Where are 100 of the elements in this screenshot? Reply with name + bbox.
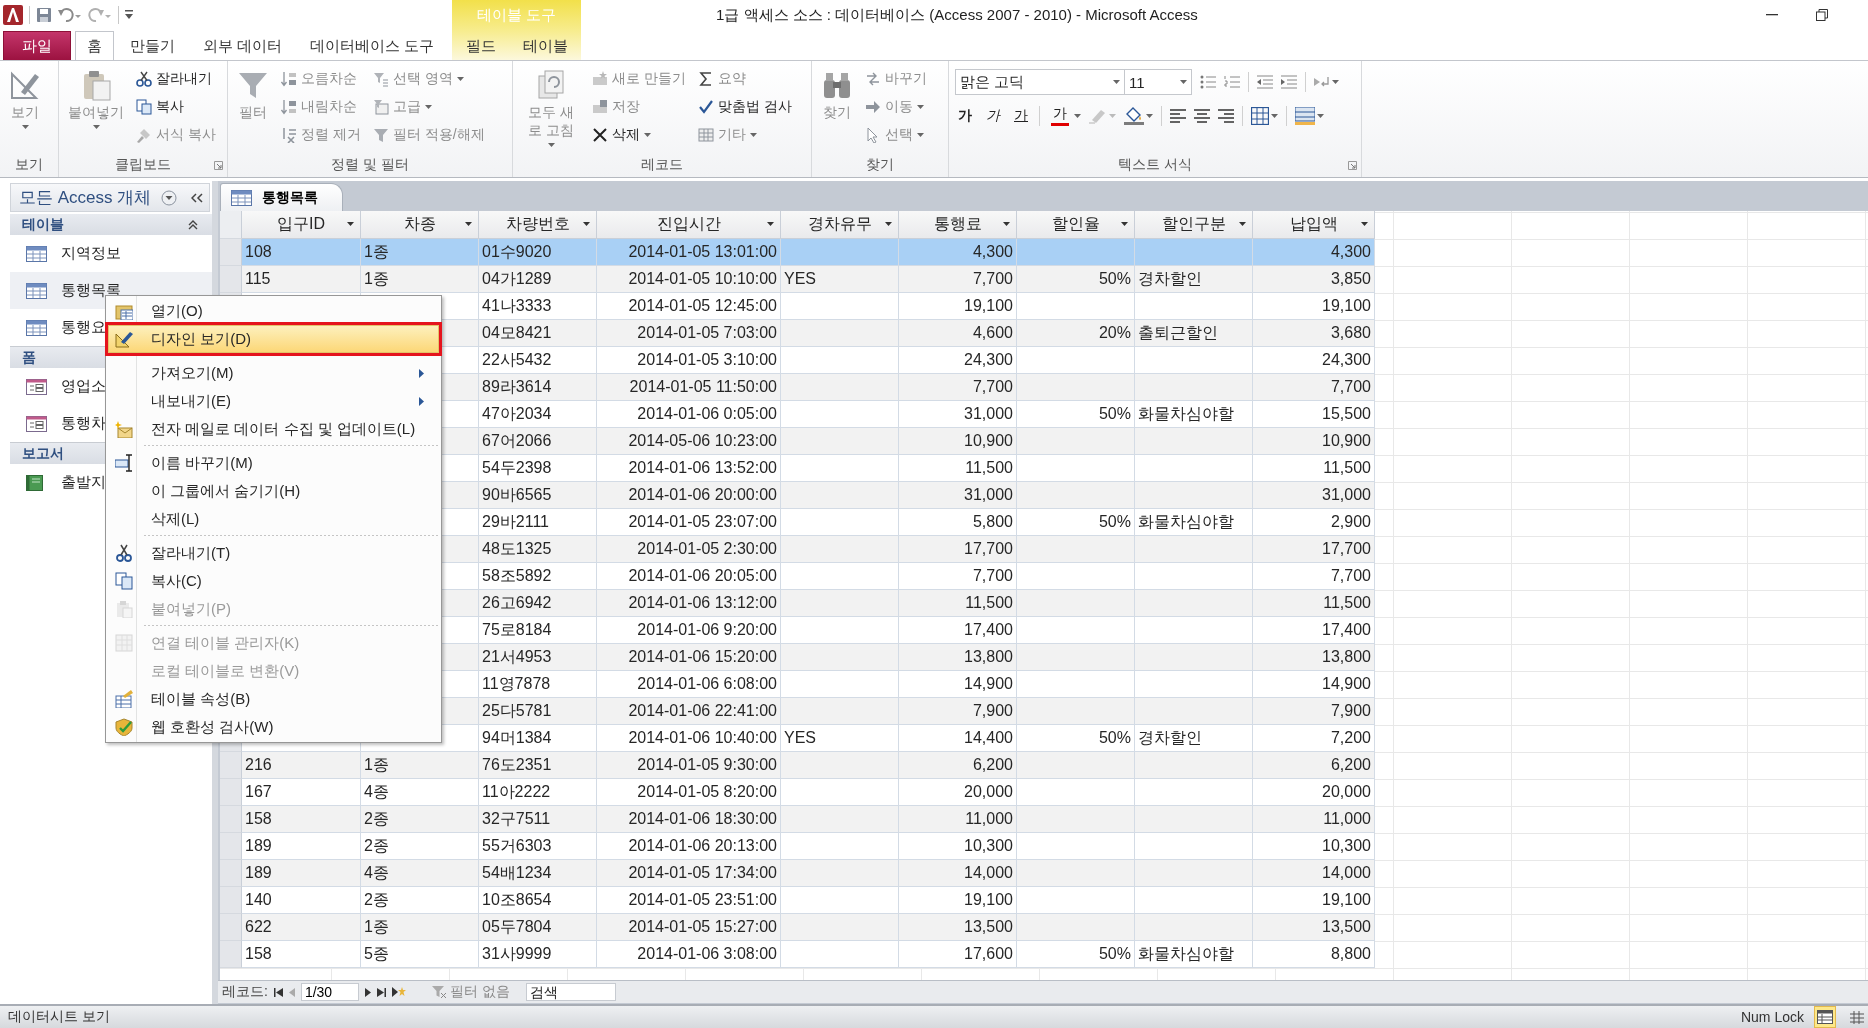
table-cell: 2014-01-05 7:03:00 — [597, 320, 781, 347]
contextual-tab-group-title: 테이블 도구 — [475, 4, 558, 25]
table-cell: YES — [781, 725, 899, 752]
table-cell: 경차할인 — [1135, 725, 1253, 752]
table-cell: 11,500 — [899, 590, 1017, 617]
table-cell: 14,900 — [899, 671, 1017, 698]
table-cell: 2014-01-06 13:12:00 — [597, 590, 781, 617]
table-cell: 58조5892 — [479, 563, 597, 590]
table-cell: 24,300 — [1253, 347, 1375, 374]
group-label: 텍스트 서식 — [1118, 156, 1192, 174]
group-label: 레코드 — [641, 156, 683, 174]
table-cell: 10조8654 — [479, 887, 597, 914]
table-cell: 10,300 — [899, 833, 1017, 860]
table-cell: 47아2034 — [479, 401, 597, 428]
table-cell: 50% — [1017, 266, 1135, 293]
table-cell: 4종 — [361, 860, 479, 887]
table-cell: 2014-01-05 11:50:00 — [597, 374, 781, 401]
table-cell: 2014-01-05 2:30:00 — [597, 536, 781, 563]
table-cell: 2014-01-05 17:34:00 — [597, 860, 781, 887]
table-cell: 출퇴근할인 — [1135, 320, 1253, 347]
table-cell: 31사9999 — [479, 941, 597, 968]
table-cell: 158 — [242, 806, 361, 833]
table-cell: 21서4953 — [479, 644, 597, 671]
table-cell: 3,680 — [1253, 320, 1375, 347]
table-cell: 48도1325 — [479, 536, 597, 563]
table-cell: 17,600 — [899, 941, 1017, 968]
table-cell: 2종 — [361, 887, 479, 914]
table-cell: 화물차심야할 — [1135, 941, 1253, 968]
table-cell: 4,600 — [899, 320, 1017, 347]
table-cell: 94머1384 — [479, 725, 597, 752]
table-cell: YES — [781, 266, 899, 293]
record-label: 레코드: — [222, 983, 268, 1001]
table-cell: 20,000 — [1253, 779, 1375, 806]
table-cell: 10,300 — [1253, 833, 1375, 860]
table-cell: 2014-01-06 13:52:00 — [597, 455, 781, 482]
table-cell: 189 — [242, 833, 361, 860]
table-cell: 2014-01-05 10:10:00 — [597, 266, 781, 293]
status-text: 데이터시트 보기 — [8, 1008, 110, 1026]
table-cell: 2014-01-06 15:20:00 — [597, 644, 781, 671]
table-cell: 2014-01-06 10:40:00 — [597, 725, 781, 752]
table-cell: 26고6942 — [479, 590, 597, 617]
table-cell: 7,900 — [899, 698, 1017, 725]
table-cell: 1종 — [361, 266, 479, 293]
table-cell: 7,700 — [899, 374, 1017, 401]
table-cell: 15,500 — [1253, 401, 1375, 428]
table-cell: 11,500 — [899, 455, 1017, 482]
nav-section-title: 보고서 — [22, 444, 64, 463]
table-cell: 2014-01-06 6:08:00 — [597, 671, 781, 698]
table-cell: 216 — [242, 752, 361, 779]
table-cell: 경차할인 — [1135, 266, 1253, 293]
table-cell: 158 — [242, 941, 361, 968]
table-cell: 2014-01-05 8:20:00 — [597, 779, 781, 806]
table-cell: 11,000 — [1253, 806, 1375, 833]
table-cell: 19,100 — [899, 293, 1017, 320]
table-cell: 54두2398 — [479, 455, 597, 482]
table-cell: 6,200 — [1253, 752, 1375, 779]
table-cell: 14,000 — [1253, 860, 1375, 887]
table-cell: 2014-01-06 20:05:00 — [597, 563, 781, 590]
table-cell: 55거6303 — [479, 833, 597, 860]
table-cell: 19,100 — [1253, 293, 1375, 320]
table-cell: 11,000 — [899, 806, 1017, 833]
table-cell: 54배1234 — [479, 860, 597, 887]
table-cell: 7,200 — [1253, 725, 1375, 752]
table-cell: 19,100 — [899, 887, 1017, 914]
table-cell: 25다5781 — [479, 698, 597, 725]
table-cell: 2014-01-05 23:51:00 — [597, 887, 781, 914]
table-cell: 6,200 — [899, 752, 1017, 779]
table-cell: 10,900 — [899, 428, 1017, 455]
table-cell: 89라3614 — [479, 374, 597, 401]
table-cell: 11,500 — [1253, 455, 1375, 482]
table-cell: 90바6565 — [479, 482, 597, 509]
table-cell: 2014-01-06 3:08:00 — [597, 941, 781, 968]
table-cell: 2014-01-06 9:20:00 — [597, 617, 781, 644]
table-cell: 17,400 — [1253, 617, 1375, 644]
table-cell: 17,700 — [899, 536, 1017, 563]
group-label: 클립보드 — [115, 156, 171, 174]
table-cell: 167 — [242, 779, 361, 806]
table-cell: 14,900 — [1253, 671, 1375, 698]
window-title: 1급 액세스 소스 : 데이터베이스 (Access 2007 - 2010) - Microsoft Access — [715, 5, 1199, 25]
table-cell: 화물차심야할 — [1135, 509, 1253, 536]
table-cell: 04모8421 — [479, 320, 597, 347]
table-cell: 13,800 — [899, 644, 1017, 671]
table-cell: 17,700 — [1253, 536, 1375, 563]
table-cell: 76도2351 — [479, 752, 597, 779]
table-cell: 2014-01-05 3:10:00 — [597, 347, 781, 374]
table-cell: 31,000 — [1253, 482, 1375, 509]
table-cell: 2014-01-05 12:45:00 — [597, 293, 781, 320]
table-cell: 5종 — [361, 941, 479, 968]
table-cell: 13,800 — [1253, 644, 1375, 671]
table-cell: 1종 — [361, 752, 479, 779]
table-cell: 2,900 — [1253, 509, 1375, 536]
table-cell: 108 — [242, 239, 361, 266]
table-cell: 13,500 — [1253, 914, 1375, 941]
table-cell: 7,700 — [1253, 374, 1375, 401]
table-cell: 1종 — [361, 914, 479, 941]
table-cell: 4,300 — [899, 239, 1017, 266]
table-cell: 140 — [242, 887, 361, 914]
table-cell: 2014-01-05 15:27:00 — [597, 914, 781, 941]
table-cell: 4,300 — [1253, 239, 1375, 266]
table-cell: 2014-01-06 20:00:00 — [597, 482, 781, 509]
